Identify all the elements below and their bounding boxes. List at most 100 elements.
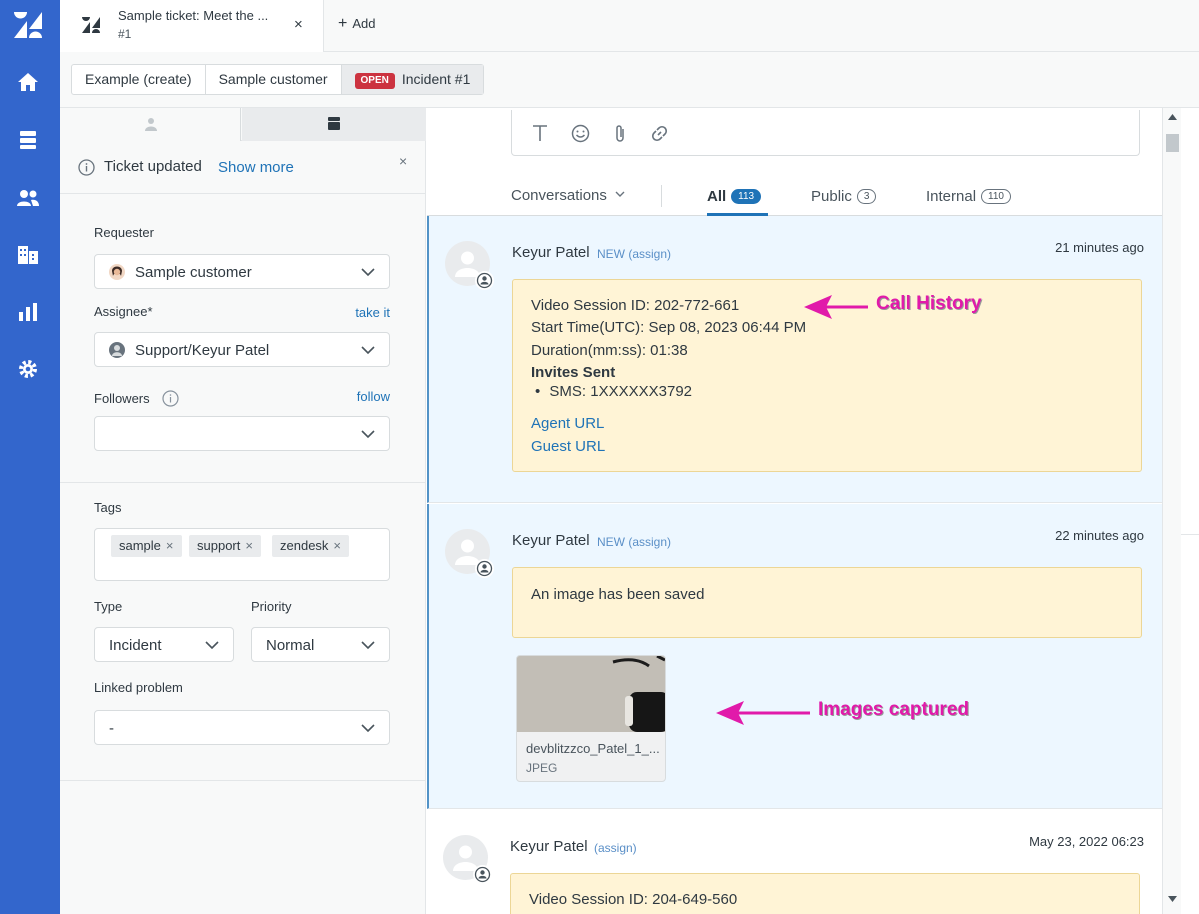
followers-select[interactable] xyxy=(94,416,390,451)
link-icon[interactable] xyxy=(650,124,669,143)
chevron-down-icon xyxy=(361,346,375,355)
follow-link[interactable]: follow xyxy=(357,389,390,404)
tag-text: zendesk xyxy=(280,538,329,553)
tab-user-info[interactable] xyxy=(60,108,241,141)
type-select[interactable]: Incident xyxy=(94,627,234,662)
conversation-event: Keyur Patel NEW (assign) 22 minutes ago … xyxy=(427,504,1162,809)
close-tab-icon[interactable]: × xyxy=(294,16,303,33)
remove-tag-icon[interactable]: × xyxy=(245,538,253,553)
avatar xyxy=(445,529,494,578)
linked-problem-label: Linked problem xyxy=(94,680,183,695)
linked-problem-value: - xyxy=(109,720,114,737)
views-icon[interactable] xyxy=(16,128,40,152)
info-icon xyxy=(78,159,95,176)
user-icon xyxy=(145,118,157,131)
image-attachment[interactable]: devblitzzco_Patel_1_... JPEG xyxy=(516,655,666,782)
status-badge: OPEN xyxy=(354,73,395,89)
text-format-icon[interactable] xyxy=(532,124,548,142)
breadcrumb-requester[interactable]: Sample customer xyxy=(206,65,342,94)
close-notice-icon[interactable]: × xyxy=(399,153,407,169)
agent-badge xyxy=(473,865,492,884)
event-author[interactable]: Keyur Patel xyxy=(512,532,590,549)
tab-internal-label: Internal xyxy=(926,188,977,205)
tab-internal[interactable]: Internal 110 xyxy=(926,188,1011,205)
priority-select[interactable]: Normal xyxy=(251,627,390,662)
add-tab-button[interactable]: + Add xyxy=(338,15,375,33)
assign-link[interactable]: (assign) xyxy=(628,535,671,549)
agent-url-link[interactable]: Agent URL xyxy=(531,415,604,432)
avatar xyxy=(445,241,494,290)
ticket-properties-panel: Ticket updated Show more × Requester Sam… xyxy=(60,108,426,914)
remove-tag-icon[interactable]: × xyxy=(333,538,341,553)
scroll-up-icon[interactable] xyxy=(1168,114,1177,120)
chevron-down-icon xyxy=(361,430,375,439)
assignee-select[interactable]: Support/Keyur Patel xyxy=(94,332,390,367)
priority-label: Priority xyxy=(251,599,292,614)
tag-chip: support × xyxy=(189,535,261,557)
tags-label: Tags xyxy=(94,500,122,515)
tag-chip: sample × xyxy=(111,535,182,557)
conversation-scrollbar[interactable] xyxy=(1162,108,1181,914)
followers-info-icon[interactable] xyxy=(162,390,179,407)
add-tab-label: Add xyxy=(352,16,376,31)
event-timestamp: 21 minutes ago xyxy=(1055,240,1144,255)
home-icon[interactable] xyxy=(16,70,40,94)
assign-link[interactable]: (assign) xyxy=(628,247,671,261)
call-history-annotation: Call History xyxy=(876,293,982,314)
priority-value: Normal xyxy=(266,637,315,654)
invite-sms: SMS: 1XXXXXX3792 xyxy=(549,383,693,400)
scroll-down-icon[interactable] xyxy=(1168,896,1177,902)
tab-ticket-fields[interactable] xyxy=(242,108,426,141)
start-time: Start Time(UTC): Sep 08, 2023 06:44 PM xyxy=(531,319,807,336)
event-author[interactable]: Keyur Patel xyxy=(510,838,588,855)
event-author[interactable]: Keyur Patel xyxy=(512,244,590,261)
video-session-id: Video Session ID: 204-649-560 xyxy=(529,891,738,908)
event-timestamp: 22 minutes ago xyxy=(1055,528,1144,543)
settings-gear-icon[interactable] xyxy=(16,357,40,381)
attachment-icon[interactable] xyxy=(614,124,626,143)
tag-text: support xyxy=(197,538,241,553)
tab-all[interactable]: All 113 xyxy=(707,188,762,205)
agent-badge xyxy=(475,271,494,290)
ticket-updated-notice: Ticket updated Show more × xyxy=(60,141,426,194)
breadcrumb-organization[interactable]: Example (create) xyxy=(72,65,206,94)
global-nav xyxy=(0,0,60,914)
remove-tag-icon[interactable]: × xyxy=(166,538,174,553)
composer-toolbar xyxy=(511,110,1140,156)
image-thumbnail xyxy=(517,656,665,732)
tab-divider xyxy=(661,185,662,207)
avatar xyxy=(443,835,492,884)
assign-link[interactable]: (assign) xyxy=(594,841,637,855)
tab-all-count: 113 xyxy=(731,189,762,204)
organizations-icon[interactable] xyxy=(16,242,40,266)
plus-icon: + xyxy=(338,15,348,32)
emoji-icon[interactable] xyxy=(571,124,590,143)
guest-url-link[interactable]: Guest URL xyxy=(531,438,605,455)
new-badge: NEW xyxy=(597,247,625,261)
breadcrumb-ticket[interactable]: OPEN Incident #1 xyxy=(341,65,484,94)
conversations-dropdown[interactable]: Conversations xyxy=(511,187,625,204)
tab-public[interactable]: Public 3 xyxy=(811,188,877,205)
image-saved-note: An image has been saved xyxy=(512,567,1142,638)
reporting-icon[interactable] xyxy=(16,300,40,324)
new-user-label: NEW (assign) xyxy=(597,247,671,261)
image-saved-text: An image has been saved xyxy=(531,586,705,603)
show-more-link[interactable]: Show more xyxy=(218,159,294,176)
ticket-tab[interactable]: Sample ticket: Meet the ... #1 × xyxy=(60,0,324,52)
linked-problem-select[interactable]: - xyxy=(94,710,390,745)
notice-text: Ticket updated xyxy=(104,158,202,175)
section-divider xyxy=(60,780,426,781)
images-captured-annotation: Images captured xyxy=(818,699,969,720)
zendesk-logo-icon[interactable] xyxy=(14,12,42,38)
customers-icon[interactable] xyxy=(16,186,40,210)
breadcrumb-ticket-label: Incident #1 xyxy=(401,71,471,87)
scrollbar-thumb[interactable] xyxy=(1166,134,1179,152)
chevron-down-icon xyxy=(205,641,219,650)
chevron-down-icon xyxy=(361,724,375,733)
take-it-link[interactable]: take it xyxy=(355,305,390,320)
tags-input[interactable]: sample × support × zendesk × xyxy=(94,528,390,581)
requester-select[interactable]: Sample customer xyxy=(94,254,390,289)
requester-label: Requester xyxy=(94,225,154,240)
tag-text: sample xyxy=(119,538,161,553)
tab-public-count: 3 xyxy=(856,189,877,204)
